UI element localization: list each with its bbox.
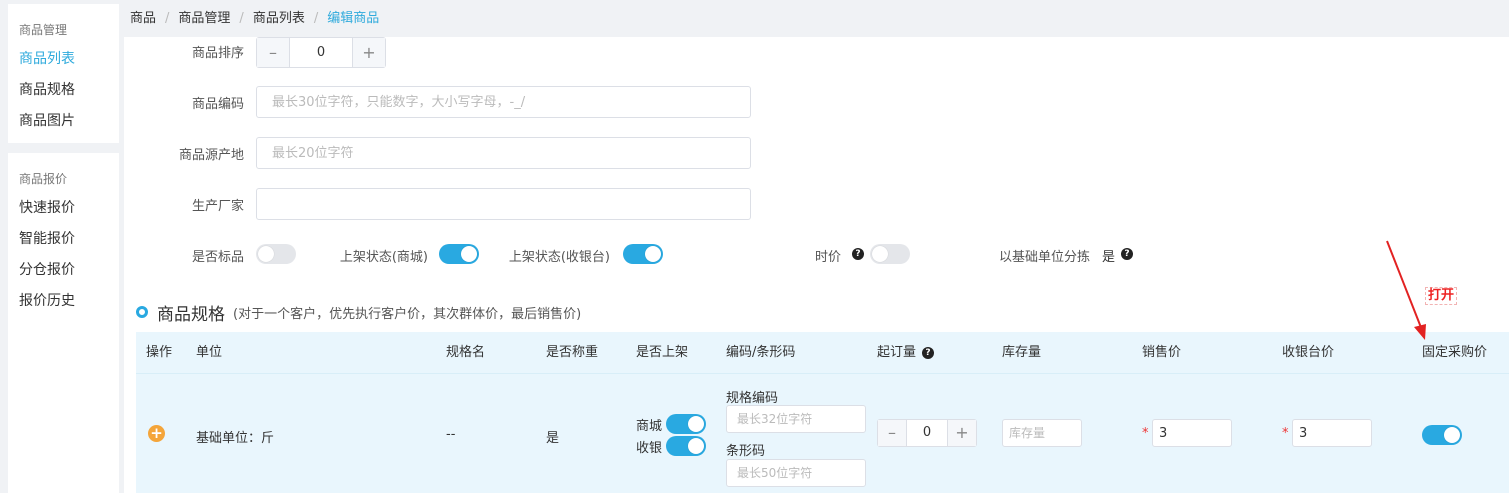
sidebar-item-goods-list[interactable]: 商品列表: [8, 48, 119, 79]
sort-plus-button[interactable]: +: [353, 38, 385, 67]
toggle-knob: [688, 416, 704, 432]
is-weighed-cell: 是: [546, 431, 560, 446]
toggle-knob: [645, 246, 661, 262]
breadcrumb-item[interactable]: 商品管理: [178, 11, 230, 26]
sidebar-item-smart-quote[interactable]: 智能报价: [8, 228, 119, 259]
row-pos-label: 收银: [636, 441, 663, 456]
min-order-minus-button[interactable]: –: [878, 420, 906, 446]
column-header: 是否上架: [636, 345, 689, 360]
sort-by-base-value: 是: [1102, 250, 1116, 265]
section-ring-icon: [136, 306, 148, 318]
sidebar-group-quote: 商品报价 快速报价 智能报价 分仓报价 报价历史: [8, 153, 119, 321]
sidebar-divider: [8, 143, 119, 153]
header-divider: [136, 373, 1509, 374]
required-mark: *: [1282, 426, 1289, 441]
row-mall-label: 商城: [636, 419, 663, 434]
sale-price-input[interactable]: [1152, 419, 1232, 447]
code-label: 商品编码: [191, 97, 244, 112]
spec-code-label: 规格编码: [726, 391, 779, 406]
sidebar-item-goods-image[interactable]: 商品图片: [8, 110, 119, 141]
mall-status-toggle[interactable]: [439, 244, 479, 264]
column-header: 销售价: [1142, 345, 1182, 360]
help-icon[interactable]: ?: [922, 347, 934, 359]
pos-price-input[interactable]: [1292, 419, 1372, 447]
required-mark: *: [1142, 426, 1149, 441]
sidebar-group-title: 商品报价: [19, 172, 68, 186]
market-price-label: 时价: [814, 250, 841, 265]
edit-goods-form: 商品排序 – 0 + 商品编码 商品源产地 生产厂家 是否标品 上架状态(商城)…: [124, 37, 1509, 493]
min-order-plus-button[interactable]: +: [948, 420, 976, 446]
column-header: 是否称重: [546, 345, 599, 360]
breadcrumb-separator: /: [313, 11, 319, 26]
sidebar-item-quote-history[interactable]: 报价历史: [8, 290, 119, 321]
sidebar-item-quick-quote[interactable]: 快速报价: [8, 197, 119, 228]
breadcrumb-separator: /: [165, 11, 170, 26]
sidebar-item-goods-spec[interactable]: 商品规格: [8, 79, 119, 110]
min-order-stepper: – 0 +: [877, 419, 977, 447]
goods-code-input[interactable]: [256, 86, 751, 118]
spec-section-title: 商品规格: [157, 304, 225, 325]
is-standard-label: 是否标品: [191, 250, 244, 265]
annotation-label: 打开: [1425, 287, 1458, 305]
sort-value[interactable]: 0: [289, 38, 353, 67]
toggle-knob: [872, 246, 888, 262]
maker-input[interactable]: [256, 188, 751, 220]
help-icon[interactable]: ?: [1121, 248, 1133, 260]
column-header: 收银台价: [1282, 345, 1335, 360]
column-header: 单位: [196, 345, 223, 360]
barcode-input[interactable]: [726, 459, 866, 487]
column-header: 操作: [146, 345, 173, 360]
column-header: 起订量: [877, 345, 917, 360]
help-icon[interactable]: ?: [852, 248, 864, 260]
sidebar: 商品管理 商品列表 商品规格 商品图片 商品报价 快速报价 智能报价 分仓报价 …: [8, 4, 119, 493]
sidebar-group-title: 商品管理: [19, 23, 68, 37]
fixed-purchase-price-toggle[interactable]: [1422, 425, 1462, 445]
breadcrumb-current: 编辑商品: [327, 11, 380, 26]
breadcrumb-item[interactable]: 商品: [130, 11, 156, 26]
sort-label: 商品排序: [191, 46, 244, 61]
breadcrumb: 商品 / 商品管理 / 商品列表 / 编辑商品: [130, 8, 379, 30]
market-price-toggle[interactable]: [870, 244, 910, 264]
column-header: 编码/条形码: [726, 345, 796, 360]
spec-section-subtitle: (对于一个客户，优先执行客户价，其次群体价，最后销售价): [233, 306, 582, 322]
spec-section-header: 商品规格 (对于一个客户，优先执行客户价，其次群体价，最后销售价): [136, 300, 582, 325]
sort-by-base-label: 以基础单位分拣: [998, 250, 1090, 265]
sort-minus-button[interactable]: –: [257, 38, 289, 67]
barcode-label: 条形码: [726, 444, 766, 459]
min-order-value[interactable]: 0: [906, 420, 948, 446]
spec-code-input[interactable]: [726, 405, 866, 433]
breadcrumb-separator: /: [239, 11, 244, 26]
sidebar-item-warehouse-quote[interactable]: 分仓报价: [8, 259, 119, 290]
column-header: 规格名: [446, 345, 486, 360]
origin-label: 商品源产地: [178, 148, 244, 163]
pos-status-toggle[interactable]: [623, 244, 663, 264]
toggle-knob: [1444, 427, 1460, 443]
column-header: 库存量: [1002, 345, 1042, 360]
add-row-icon[interactable]: +: [148, 425, 165, 442]
spec-name-cell: --: [446, 427, 456, 442]
mall-status-label: 上架状态(商城): [339, 250, 428, 265]
unit-cell: 基础单位：斤: [196, 431, 275, 446]
toggle-knob: [688, 438, 704, 454]
row-pos-toggle[interactable]: [666, 436, 706, 456]
pos-status-label: 上架状态(收银台): [508, 250, 610, 265]
spec-table: 操作 单位 规格名 是否称重 是否上架 编码/条形码 起订量 ? 库存量 销售价…: [136, 332, 1509, 493]
toggle-knob: [461, 246, 477, 262]
column-header: 固定采购价: [1422, 345, 1488, 360]
row-mall-toggle[interactable]: [666, 414, 706, 434]
is-standard-toggle[interactable]: [256, 244, 296, 264]
sort-stepper: – 0 +: [256, 37, 386, 68]
breadcrumb-item[interactable]: 商品列表: [253, 11, 305, 26]
sidebar-group-goods: 商品管理 商品列表 商品规格 商品图片: [8, 4, 119, 141]
toggle-knob: [258, 246, 274, 262]
stock-input[interactable]: [1002, 419, 1082, 447]
maker-label: 生产厂家: [191, 199, 244, 214]
origin-input[interactable]: [256, 137, 751, 169]
